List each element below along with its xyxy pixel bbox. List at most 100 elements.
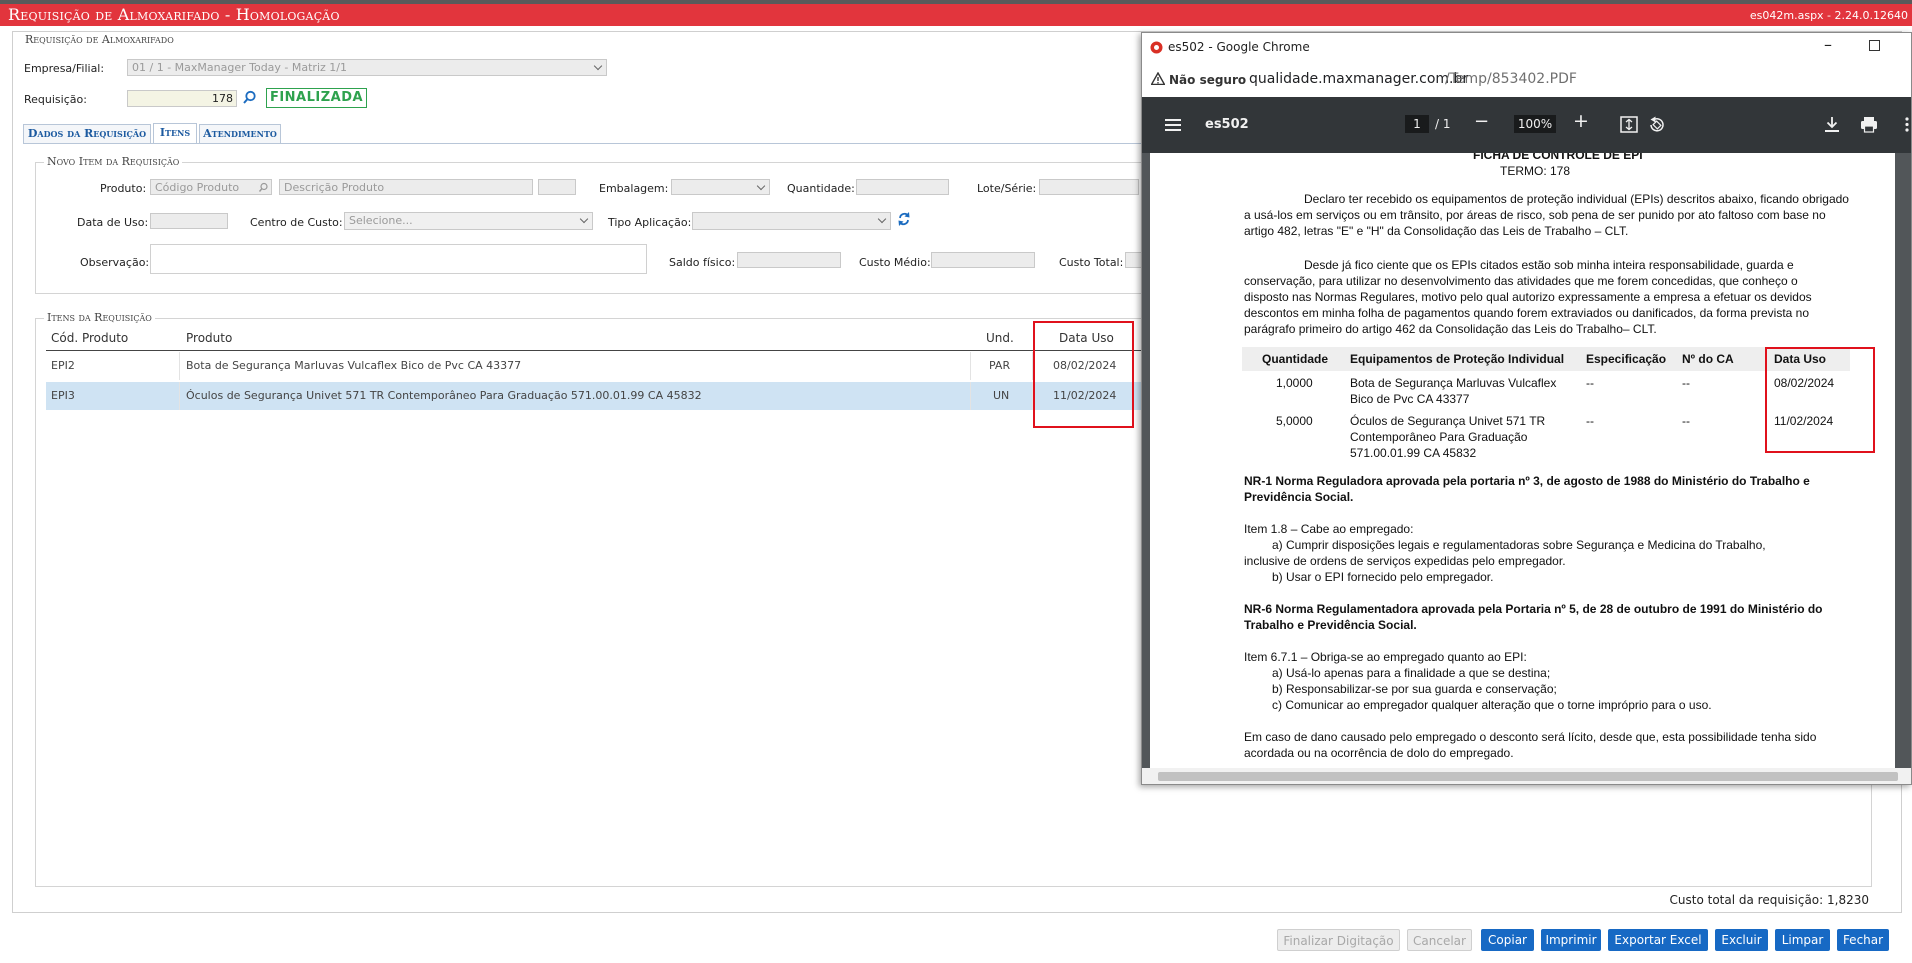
pdf-text: conservação, para utilizar no desenvolvi…	[1244, 274, 1798, 288]
fechar-button[interactable]: Fechar	[1837, 929, 1889, 951]
lote-input[interactable]	[1039, 179, 1139, 195]
pdf-th: Equipamentos de Proteção Individual	[1350, 352, 1565, 366]
pdf-text: NR-6 Norma Regulamentadora aprovada pela…	[1244, 602, 1823, 616]
tab-dados-requisicao[interactable]: Dados da Requisição	[23, 124, 151, 143]
search-icon[interactable]	[242, 90, 257, 105]
data-uso-label: Data de Uso:	[77, 216, 149, 229]
pdf-termo: TERMO: 178	[1500, 164, 1571, 178]
imprimir-button[interactable]: Imprimir	[1541, 929, 1601, 951]
pdf-text: a) Cumprir disposições legais e regulame…	[1272, 538, 1766, 552]
page-number-input[interactable]: 1	[1405, 115, 1429, 133]
produto-desc-input[interactable]: Descrição Produto	[279, 179, 533, 195]
tipo-aplicacao-select[interactable]	[692, 212, 891, 230]
pdf-text: acordada ou na ocorrência de dolo do emp…	[1244, 746, 1514, 760]
pdf-th: Quantidade	[1262, 352, 1329, 366]
tab-itens[interactable]: Itens	[153, 123, 197, 143]
chrome-icon	[1150, 41, 1163, 54]
pdf-td: 1,0000	[1276, 376, 1313, 390]
maximize-icon[interactable]	[1869, 40, 1880, 51]
data-uso-input[interactable]	[150, 213, 228, 229]
requisicao-label: Requisição:	[24, 93, 87, 106]
pdf-text: parágrafo primeiro do artigo 462 da Cons…	[1244, 322, 1657, 336]
pdf-td: --	[1682, 376, 1690, 390]
url-path[interactable]: /Temp/853402.PDF	[1445, 71, 1577, 87]
row-code: EPI3	[51, 389, 75, 402]
saldo-input	[737, 252, 841, 268]
fit-page-icon[interactable]	[1620, 116, 1638, 133]
pdf-doc-name: es502	[1205, 117, 1249, 132]
chrome-titlebar: es502 - Google Chrome –	[1142, 33, 1911, 61]
rotate-icon[interactable]	[1648, 116, 1666, 134]
page-total: / 1	[1435, 117, 1451, 131]
url-host[interactable]: qualidade.maxmanager.com.br	[1249, 71, 1468, 87]
finalizar-digitacao-button[interactable]: Finalizar Digitação	[1277, 929, 1400, 951]
pdf-text: Desde já fico ciente que os EPIs citados…	[1304, 258, 1794, 272]
exportar-excel-button[interactable]: Exportar Excel	[1608, 929, 1708, 951]
pdf-th: Nº do CA	[1682, 352, 1734, 366]
row-code: EPI2	[51, 359, 75, 372]
quantidade-input[interactable]	[856, 179, 949, 195]
refresh-icon[interactable]	[897, 211, 911, 227]
pdf-td: 5,0000	[1276, 414, 1313, 428]
pdf-text: NR-1 Norma Reguladora aprovada pela port…	[1244, 474, 1810, 488]
pdf-text: b) Responsabilizar-se por sua guarda e c…	[1272, 682, 1557, 696]
saldo-label: Saldo físico:	[669, 256, 736, 269]
chrome-window: es502 - Google Chrome – Não seguro quali…	[1141, 32, 1912, 785]
produto-extra-input[interactable]	[538, 179, 576, 195]
pdf-td: --	[1586, 414, 1594, 428]
empresa-select[interactable]: 01 / 1 - MaxManager Today - Matriz 1/1	[127, 59, 607, 76]
section-title: Requisição de Almoxarifado	[22, 33, 177, 46]
embalagem-select[interactable]	[671, 179, 770, 195]
tab-atendimento[interactable]: Atendimento	[199, 124, 281, 143]
row-produto: Bota de Segurança Marluvas Vulcaflex Bic…	[186, 359, 522, 372]
pdf-td: Bota de Segurança Marluvas Vulcaflex	[1350, 376, 1557, 390]
app-title: Requisição de Almoxarifado - Homologação	[8, 5, 340, 24]
zoom-input[interactable]: 100%	[1514, 115, 1556, 133]
col-header-produto[interactable]: Produto	[186, 326, 232, 350]
excluir-button[interactable]: Excluir	[1715, 929, 1768, 951]
copiar-button[interactable]: Copiar	[1481, 929, 1534, 951]
empresa-value: 01 / 1 - MaxManager Today - Matriz 1/1	[132, 61, 347, 74]
col-header-codigo[interactable]: Cód. Produto	[51, 326, 128, 350]
col-sep	[179, 352, 180, 380]
pdf-text: artigo 482, letras "E" e "H" da Consolid…	[1244, 224, 1629, 238]
minimize-icon[interactable]: –	[1824, 35, 1832, 54]
produto-search-icon[interactable]	[258, 182, 269, 193]
more-options-icon[interactable]	[1904, 116, 1910, 133]
horizontal-scrollbar[interactable]	[1142, 768, 1911, 784]
pdf-toolbar: es502 1 / 1 − 100% +	[1142, 97, 1911, 153]
pdf-td: --	[1682, 414, 1690, 428]
status-badge: FINALIZADA	[266, 88, 367, 108]
scrollbar-thumb[interactable]	[1158, 772, 1898, 781]
observacao-label: Observação:	[80, 256, 150, 269]
col-sep	[970, 352, 971, 380]
chrome-address-bar[interactable]: Não seguro qualidade.maxmanager.com.br /…	[1142, 61, 1911, 98]
cancelar-button[interactable]: Cancelar	[1407, 929, 1472, 951]
observacao-input[interactable]	[150, 244, 647, 274]
pdf-text: Item 1.8 – Cabe ao empregado:	[1244, 522, 1414, 536]
pdf-text: disposto nas Normas Regulares, motivo pe…	[1244, 290, 1812, 304]
col-sep	[970, 382, 971, 410]
col-sep	[179, 382, 180, 410]
produto-code-input[interactable]: Código Produto	[150, 179, 272, 195]
pdf-text: Item 6.7.1 – Obriga-se ao empregado quan…	[1244, 650, 1527, 664]
pdf-text: Em caso de dano causado pelo empregado o…	[1244, 730, 1817, 744]
menu-icon[interactable]	[1165, 119, 1181, 131]
col-header-und[interactable]: Und.	[986, 326, 1014, 350]
security-label[interactable]: Não seguro	[1169, 73, 1246, 87]
pdf-td: --	[1586, 376, 1594, 390]
pdf-page: FICHA DE CONTROLE DE EPI TERMO: 178 Decl…	[1150, 153, 1895, 768]
warning-icon	[1151, 72, 1165, 85]
limpar-button[interactable]: Limpar	[1775, 929, 1830, 951]
print-icon[interactable]	[1860, 116, 1878, 133]
download-icon[interactable]	[1824, 116, 1840, 133]
zoom-out-icon[interactable]: −	[1474, 111, 1489, 132]
centro-custo-select[interactable]: Selecione...	[344, 212, 593, 230]
highlight-box-data-uso	[1033, 321, 1134, 428]
custo-medio-label: Custo Médio:	[859, 256, 931, 269]
zoom-in-icon[interactable]: +	[1573, 110, 1589, 132]
requisicao-input[interactable]: 178	[127, 90, 237, 107]
itens-title: Itens da Requisição	[44, 311, 155, 324]
pdf-viewport[interactable]: FICHA DE CONTROLE DE EPI TERMO: 178 Decl…	[1142, 153, 1911, 768]
pdf-text: Declaro ter recebido os equipamentos de …	[1304, 192, 1849, 206]
